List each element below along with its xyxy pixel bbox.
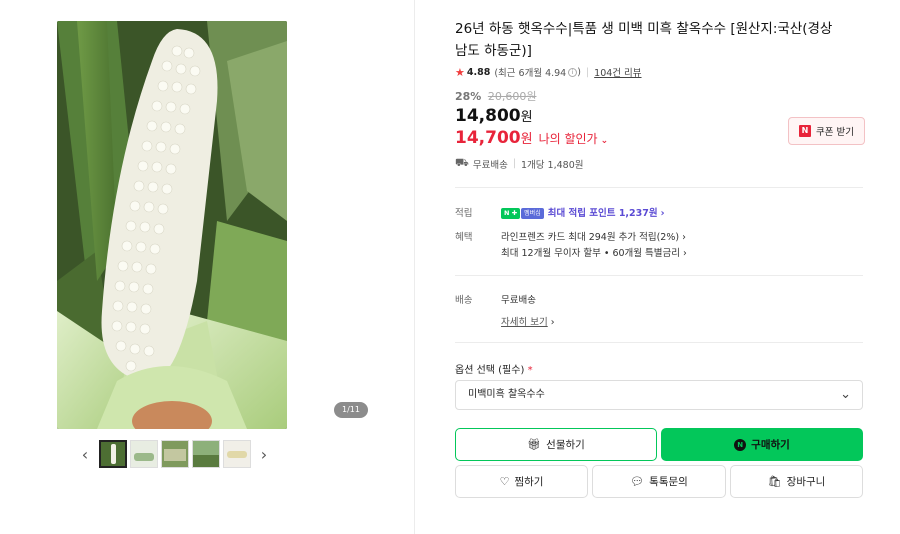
benefit-card-link[interactable]: 라인프렌즈 카드 최대 294원 추가 적립(2%) ›: [501, 229, 686, 243]
wishlist-button[interactable]: ♡ 찜하기: [455, 465, 588, 498]
sale-price-value: 14,800: [455, 106, 521, 126]
my-price-value: 14,700: [455, 128, 521, 148]
separator: |: [585, 66, 590, 78]
benefit-label: 혜택: [455, 232, 473, 243]
buy-label: 구매하기: [751, 439, 790, 451]
shipping-row: ⛟ 무료배송 | 1개당 1,480원: [455, 156, 584, 171]
rating-recent-close: ): [577, 66, 581, 78]
rating-value: 4.88: [466, 66, 491, 78]
delivery-detail-text: 자세히 보기: [501, 317, 548, 328]
option-label: 옵션 선택 (필수) *: [455, 361, 533, 376]
gift-button[interactable]: 🎁︎ 선물하기: [455, 428, 657, 461]
divider: [455, 342, 863, 343]
rating-row: ★ 4.88 (최근 6개월 4.94 i ) | 104건 리뷰: [455, 65, 642, 80]
wishlist-label: 찜하기: [514, 476, 544, 488]
npay-badge: N ✚: [501, 208, 521, 219]
star-icon: ★: [455, 65, 465, 79]
talktalk-label: 톡톡문의: [649, 476, 688, 488]
info-icon[interactable]: i: [568, 67, 578, 77]
benefit-installment-text: 최대 12개월 무이자 할부 • 60개월 특별금리: [501, 248, 680, 259]
cart-label: 장바구니: [786, 476, 826, 488]
naver-coupon-icon: N: [799, 125, 811, 137]
chevron-right-icon: ›: [682, 232, 686, 243]
thumbnail-image: [224, 441, 250, 467]
points-label: 적립: [455, 208, 473, 219]
buy-button[interactable]: N 구매하기: [661, 428, 863, 461]
unit-price: 1개당 1,480원: [521, 159, 584, 171]
option-label-text: 옵션 선택 (필수): [455, 365, 525, 376]
thumbnail-prev-button[interactable]: ‹: [78, 439, 92, 469]
product-title: 26년 하동 햇옥수수|특품 생 미백 미흑 찰옥수수 [원산지:국산(경상남도…: [455, 21, 833, 59]
membership-badge: 멤버십: [521, 208, 544, 219]
gift-label: 선물하기: [546, 439, 585, 451]
gift-icon: 🎁︎: [527, 438, 542, 451]
chevron-down-icon: ⌄: [840, 387, 851, 402]
heart-icon: ♡: [499, 475, 510, 488]
thumbnail-2[interactable]: [130, 440, 158, 468]
thumbnail-next-button[interactable]: ›: [257, 439, 271, 469]
discount-rate: 28%: [455, 90, 482, 103]
thumbnail-image: [193, 441, 219, 467]
image-page-counter: 1/11: [334, 402, 368, 418]
sale-price-unit: 원: [520, 110, 533, 125]
thumbnail-4[interactable]: [192, 440, 220, 468]
delivery-value: 무료배송: [501, 295, 536, 306]
shopping-bag-icon: 🛍︎: [767, 475, 782, 488]
chevron-right-icon: ›: [683, 248, 687, 259]
divider: [455, 275, 863, 276]
delivery-label: 배송: [455, 295, 473, 306]
thumbnail-5[interactable]: [223, 440, 251, 468]
thumbnail-1[interactable]: [99, 440, 127, 468]
thumbnail-3[interactable]: [161, 440, 189, 468]
sale-price: 14,800원: [455, 106, 533, 126]
delivery-detail-link[interactable]: 자세히 보기 ›: [501, 314, 555, 328]
chevron-right-icon: ›: [260, 444, 268, 464]
product-page: 1/11 ‹ › 26년 하동 햇옥수수|특품 생 미백 미흑 찰옥수수 [원산…: [0, 0, 900, 534]
product-gallery: 1/11 ‹ ›: [0, 0, 415, 534]
divider: [455, 187, 863, 188]
my-price-label: 나의 할인가: [538, 132, 598, 146]
rating-recent: (최근 6개월 4.94: [494, 68, 567, 79]
discount-row: 28% 20,600원: [455, 88, 536, 104]
points-text: 최대 적립 포인트 1,237원: [547, 208, 658, 219]
benefit-installment-link[interactable]: 최대 12개월 무이자 할부 • 60개월 특별금리 ›: [501, 245, 687, 259]
corn-photo-illustration: [57, 21, 287, 429]
original-price: 20,600원: [487, 90, 537, 103]
points-link[interactable]: N ✚ 멤버십 최대 적립 포인트 1,237원 ›: [501, 205, 665, 219]
thumbnail-image: [101, 442, 125, 466]
chevron-down-icon: ⌄: [600, 136, 609, 146]
truck-icon: ⛟: [455, 156, 469, 169]
benefit-card-text: 라인프렌즈 카드 최대 294원 추가 적립(2%): [501, 232, 680, 243]
chevron-left-icon: ‹: [81, 444, 89, 464]
chevron-right-icon: ›: [550, 317, 555, 328]
my-discount-price[interactable]: 14,700 원 나의 할인가 ⌄: [455, 128, 608, 148]
thumbnail-strip: ‹ ›: [78, 439, 271, 469]
coupon-button[interactable]: N 쿠폰 받기: [788, 117, 865, 145]
coupon-label: 쿠폰 받기: [816, 127, 854, 138]
review-count-link[interactable]: 104건 리뷰: [594, 65, 641, 79]
thumbnail-image: [162, 441, 188, 467]
required-mark: *: [527, 365, 533, 376]
cart-button[interactable]: 🛍︎ 장바구니: [730, 465, 863, 498]
thumbnail-image: [131, 441, 157, 467]
chevron-right-icon: ›: [660, 208, 665, 219]
naver-pay-icon: N: [734, 438, 747, 451]
option-select[interactable]: 미백미흑 찰옥수수 ⌄: [455, 380, 863, 410]
chat-bubble-icon: 💬︎: [630, 475, 645, 488]
shipping-free: 무료배송: [472, 159, 508, 171]
option-selected-value: 미백미흑 찰옥수수: [468, 389, 545, 400]
my-price-unit: 원: [520, 132, 533, 147]
separator: |: [512, 158, 517, 169]
talktalk-inquiry-button[interactable]: 💬︎ 톡톡문의: [592, 465, 726, 498]
main-product-image[interactable]: [57, 21, 287, 429]
